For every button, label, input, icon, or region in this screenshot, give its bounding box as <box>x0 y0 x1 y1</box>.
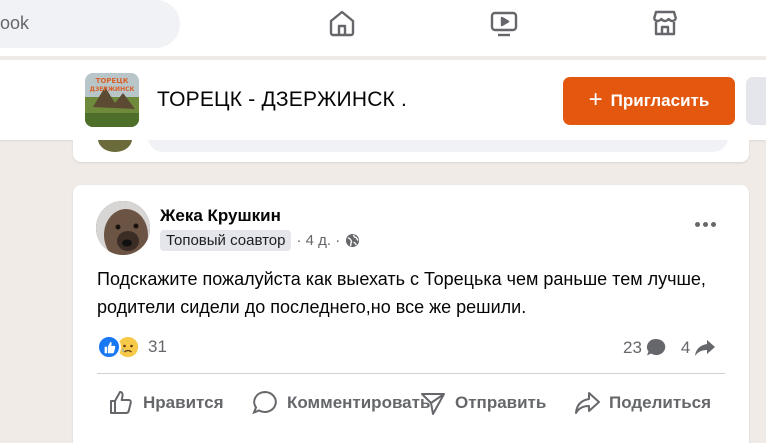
comment-bubble-icon <box>646 338 666 356</box>
thumb-text-1: ТОРЕЦК <box>96 77 129 85</box>
invite-button[interactable]: + Пригласить <box>563 77 735 125</box>
engagement-counts: 23 4 <box>623 337 717 359</box>
search-placeholder: ook <box>0 13 30 33</box>
invite-label: Пригласить <box>610 91 710 110</box>
reactions-summary[interactable]: 31 <box>97 335 167 359</box>
avatar[interactable] <box>96 201 150 255</box>
group-title[interactable]: ТОРЕЦК - ДЗЕРЖИНСК . <box>157 88 407 112</box>
share-button[interactable]: Поделиться <box>573 385 711 421</box>
post-meta: Топовый соавтор · 4 д. · <box>160 230 360 251</box>
like-reaction-icon <box>97 335 121 359</box>
post-options-icon[interactable] <box>685 209 725 239</box>
thumb-text-2: ДЗЕРЖИНСК <box>90 86 135 93</box>
post-author[interactable]: Жека Крушкин <box>160 206 281 226</box>
send-icon <box>421 393 445 415</box>
group-header: ТОРЕЦК ДЗЕРЖИНСК ТОРЕЦК - ДЗЕРЖИНСК . + … <box>0 60 766 140</box>
post-text: Подскажите пожалуйста как выехать с Торе… <box>97 269 706 317</box>
search-input[interactable]: ook <box>0 0 180 48</box>
group-thumbnail[interactable]: ТОРЕЦК ДЗЕРЖИНСК <box>85 73 139 127</box>
comment-input[interactable] <box>148 140 728 152</box>
shares-count[interactable]: 4 <box>681 337 717 359</box>
comment-button[interactable]: Комментировать <box>251 385 430 421</box>
share-arrow-icon <box>695 340 716 356</box>
video-icon[interactable] <box>487 6 521 40</box>
previous-post-card <box>73 140 749 162</box>
post-actions: Нравится Комментировать Отправить Подели… <box>97 385 737 421</box>
commenter-avatar[interactable] <box>98 140 132 152</box>
post-time[interactable]: · 4 д. · <box>296 232 340 249</box>
like-icon <box>110 391 132 414</box>
plus-icon: + <box>588 86 603 113</box>
send-button[interactable]: Отправить <box>419 385 546 421</box>
share-icon <box>575 392 600 414</box>
home-icon[interactable] <box>325 6 359 40</box>
group-more-button[interactable] <box>746 77 766 125</box>
top-navigation: ook <box>0 0 766 56</box>
divider <box>97 373 725 374</box>
marketplace-icon[interactable] <box>648 6 682 40</box>
comments-count[interactable]: 23 <box>623 337 667 359</box>
globe-icon <box>346 233 360 248</box>
like-button[interactable]: Нравится <box>107 385 224 421</box>
status-badge[interactable]: Топовый соавтор <box>160 230 292 251</box>
reactions-count: 31 <box>148 337 167 356</box>
comment-icon <box>252 390 277 415</box>
post-card: Жека Крушкин Топовый соавтор · 4 д. · По… <box>73 185 749 443</box>
